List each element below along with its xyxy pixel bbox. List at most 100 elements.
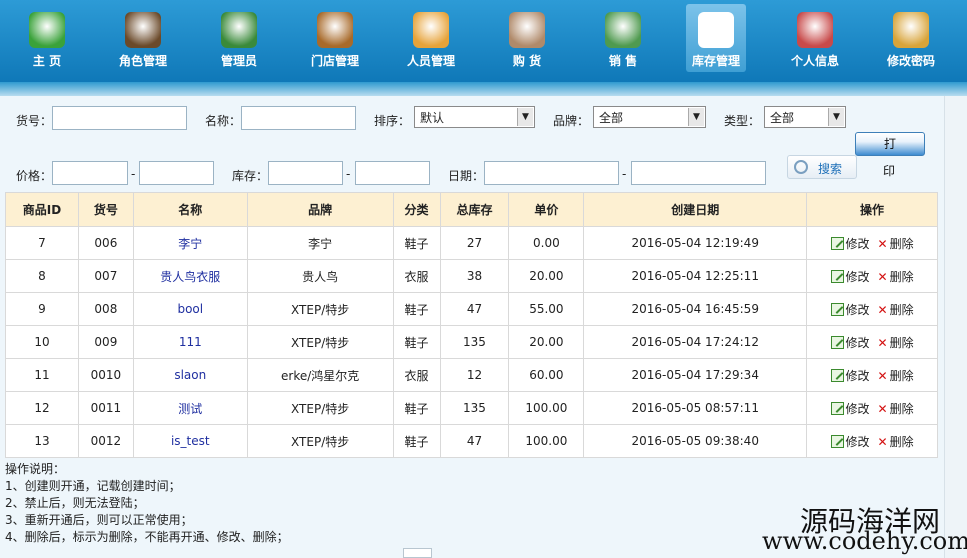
notes-line: 3、重新开通后，则可以正常使用；: [5, 513, 193, 527]
edit-button[interactable]: 修改: [830, 433, 870, 450]
price-min-input[interactable]: [52, 161, 128, 185]
cell-brand: XTEP/特步: [246, 424, 394, 458]
type-select[interactable]: 全部 ▼: [764, 106, 846, 128]
cell-created: 2016-05-04 12:19:49: [583, 226, 808, 260]
edit-button[interactable]: 修改: [830, 235, 870, 252]
cell-category: 鞋子: [392, 292, 441, 326]
delete-button[interactable]: ✕ 删除: [878, 268, 914, 285]
nav-item-0[interactable]: 主 页: [4, 0, 90, 82]
nav-item-label: 个人信息: [790, 54, 839, 68]
sort-select[interactable]: 默认 ▼: [414, 106, 535, 128]
print-button-label-overflow: 印: [883, 164, 896, 178]
cell-name[interactable]: 111: [132, 325, 248, 359]
column-header[interactable]: 货号: [77, 192, 134, 227]
column-header[interactable]: 创建日期: [583, 192, 808, 227]
cell-name[interactable]: is_test: [132, 424, 248, 458]
cell-brand: XTEP/特步: [246, 292, 394, 326]
personal-info-icon: [797, 12, 833, 48]
delete-button[interactable]: ✕ 删除: [878, 433, 914, 450]
cell-name[interactable]: bool: [132, 292, 248, 326]
delete-button[interactable]: ✕ 删除: [878, 301, 914, 318]
column-header[interactable]: 商品ID: [5, 192, 79, 227]
cell-actions: 修改 ✕ 删除: [806, 424, 938, 458]
chevron-down-icon[interactable]: ▼: [688, 108, 704, 126]
cell-id: 11: [5, 358, 79, 392]
nav-item-label: 库存管理: [691, 54, 740, 68]
sku-input[interactable]: [52, 106, 187, 130]
inventory-table: 商品ID 货号 名称 品牌 分类 总库存 单价 创建日期 操作 7 006 李宁 李宁 鞋子 27 0.00…: [5, 192, 938, 458]
notes-line: 1、创建则开通，记载创建时间；: [5, 479, 181, 493]
delete-button-label: 删除: [889, 368, 914, 383]
edit-icon: [830, 236, 844, 250]
nav-item-2[interactable]: 管理员: [196, 0, 282, 82]
delete-button[interactable]: ✕ 删除: [878, 334, 914, 351]
print-button[interactable]: 打: [855, 132, 925, 156]
cell-id: 12: [5, 391, 79, 425]
nav-item-label: 修改密码: [886, 54, 935, 68]
column-header[interactable]: 名称: [132, 192, 248, 227]
date-start-input[interactable]: [484, 161, 619, 185]
delete-button-label: 删除: [889, 401, 914, 416]
delete-button[interactable]: ✕ 删除: [878, 235, 914, 252]
brand-select[interactable]: 全部 ▼: [593, 106, 706, 128]
sales-book-icon: [605, 12, 641, 48]
delete-button-label: 删除: [889, 269, 914, 284]
search-button[interactable]: 搜索: [787, 155, 857, 179]
column-header[interactable]: 单价: [508, 192, 585, 227]
vertical-scrollbar[interactable]: [944, 96, 967, 558]
cell-name[interactable]: slaon: [132, 358, 248, 392]
cell-sku: 007: [77, 259, 134, 293]
delete-button[interactable]: ✕ 删除: [878, 400, 914, 417]
edit-button[interactable]: 修改: [830, 334, 870, 351]
edit-button[interactable]: 修改: [830, 400, 870, 417]
price-label: 价格：: [16, 169, 53, 183]
column-header[interactable]: 品牌: [246, 192, 394, 227]
delete-x-icon: ✕: [877, 302, 888, 317]
date-end-input[interactable]: [631, 161, 766, 185]
name-input[interactable]: [241, 106, 356, 130]
delete-button-label: 删除: [889, 335, 914, 350]
cell-sku: 008: [77, 292, 134, 326]
cell-brand: 贵人鸟: [246, 259, 394, 293]
cell-sku: 0012: [77, 424, 134, 458]
cell-stock: 135: [439, 325, 510, 359]
cell-price: 100.00: [508, 391, 585, 425]
cell-name[interactable]: 李宁: [132, 226, 248, 260]
nav-item-7[interactable]: 库存管理: [686, 4, 746, 72]
edit-button[interactable]: 修改: [830, 367, 870, 384]
sort-select-value: 默认: [420, 111, 445, 125]
nav-item-9[interactable]: 修改密码: [868, 0, 954, 82]
nav-item-4[interactable]: 人员管理: [388, 0, 474, 82]
nav-item-3[interactable]: 门店管理: [292, 0, 378, 82]
nav-item-label: 主 页: [32, 54, 62, 68]
stock-min-input[interactable]: [268, 161, 343, 185]
purchase-clipboard-icon: [509, 12, 545, 48]
chevron-down-icon[interactable]: ▼: [828, 108, 844, 126]
delete-button[interactable]: ✕ 删除: [878, 367, 914, 384]
column-header[interactable]: 分类: [392, 192, 441, 227]
edit-button[interactable]: 修改: [830, 301, 870, 318]
cell-name[interactable]: 测试: [132, 391, 248, 425]
nav-item-1[interactable]: 角色管理: [100, 0, 186, 82]
cell-category: 鞋子: [392, 325, 441, 359]
cell-sku: 009: [77, 325, 134, 359]
nav-item-label: 购 货: [512, 54, 542, 68]
cell-brand: XTEP/特步: [246, 391, 394, 425]
column-header[interactable]: 操作: [806, 192, 938, 227]
cell-category: 衣服: [392, 259, 441, 293]
price-max-input[interactable]: [139, 161, 214, 185]
cell-created: 2016-05-04 17:24:12: [583, 325, 808, 359]
nav-item-8[interactable]: 个人信息: [772, 0, 858, 82]
edit-button[interactable]: 修改: [830, 268, 870, 285]
stock-max-input[interactable]: [355, 161, 430, 185]
column-header[interactable]: 总库存: [439, 192, 510, 227]
cell-name[interactable]: 贵人鸟衣服: [132, 259, 248, 293]
chevron-down-icon[interactable]: ▼: [517, 108, 533, 126]
cell-price: 20.00: [508, 259, 585, 293]
nav-item-5[interactable]: 购 货: [484, 0, 570, 82]
nav-item-6[interactable]: 销 售: [580, 0, 666, 82]
pagination-box[interactable]: [403, 548, 432, 558]
cell-id: 7: [5, 226, 79, 260]
cell-created: 2016-05-05 08:57:11: [583, 391, 808, 425]
operation-notes: 操作说明： 1、创建则开通，记载创建时间； 2、禁止后，则无法登陆； 3、重新开通后…: [5, 461, 289, 546]
